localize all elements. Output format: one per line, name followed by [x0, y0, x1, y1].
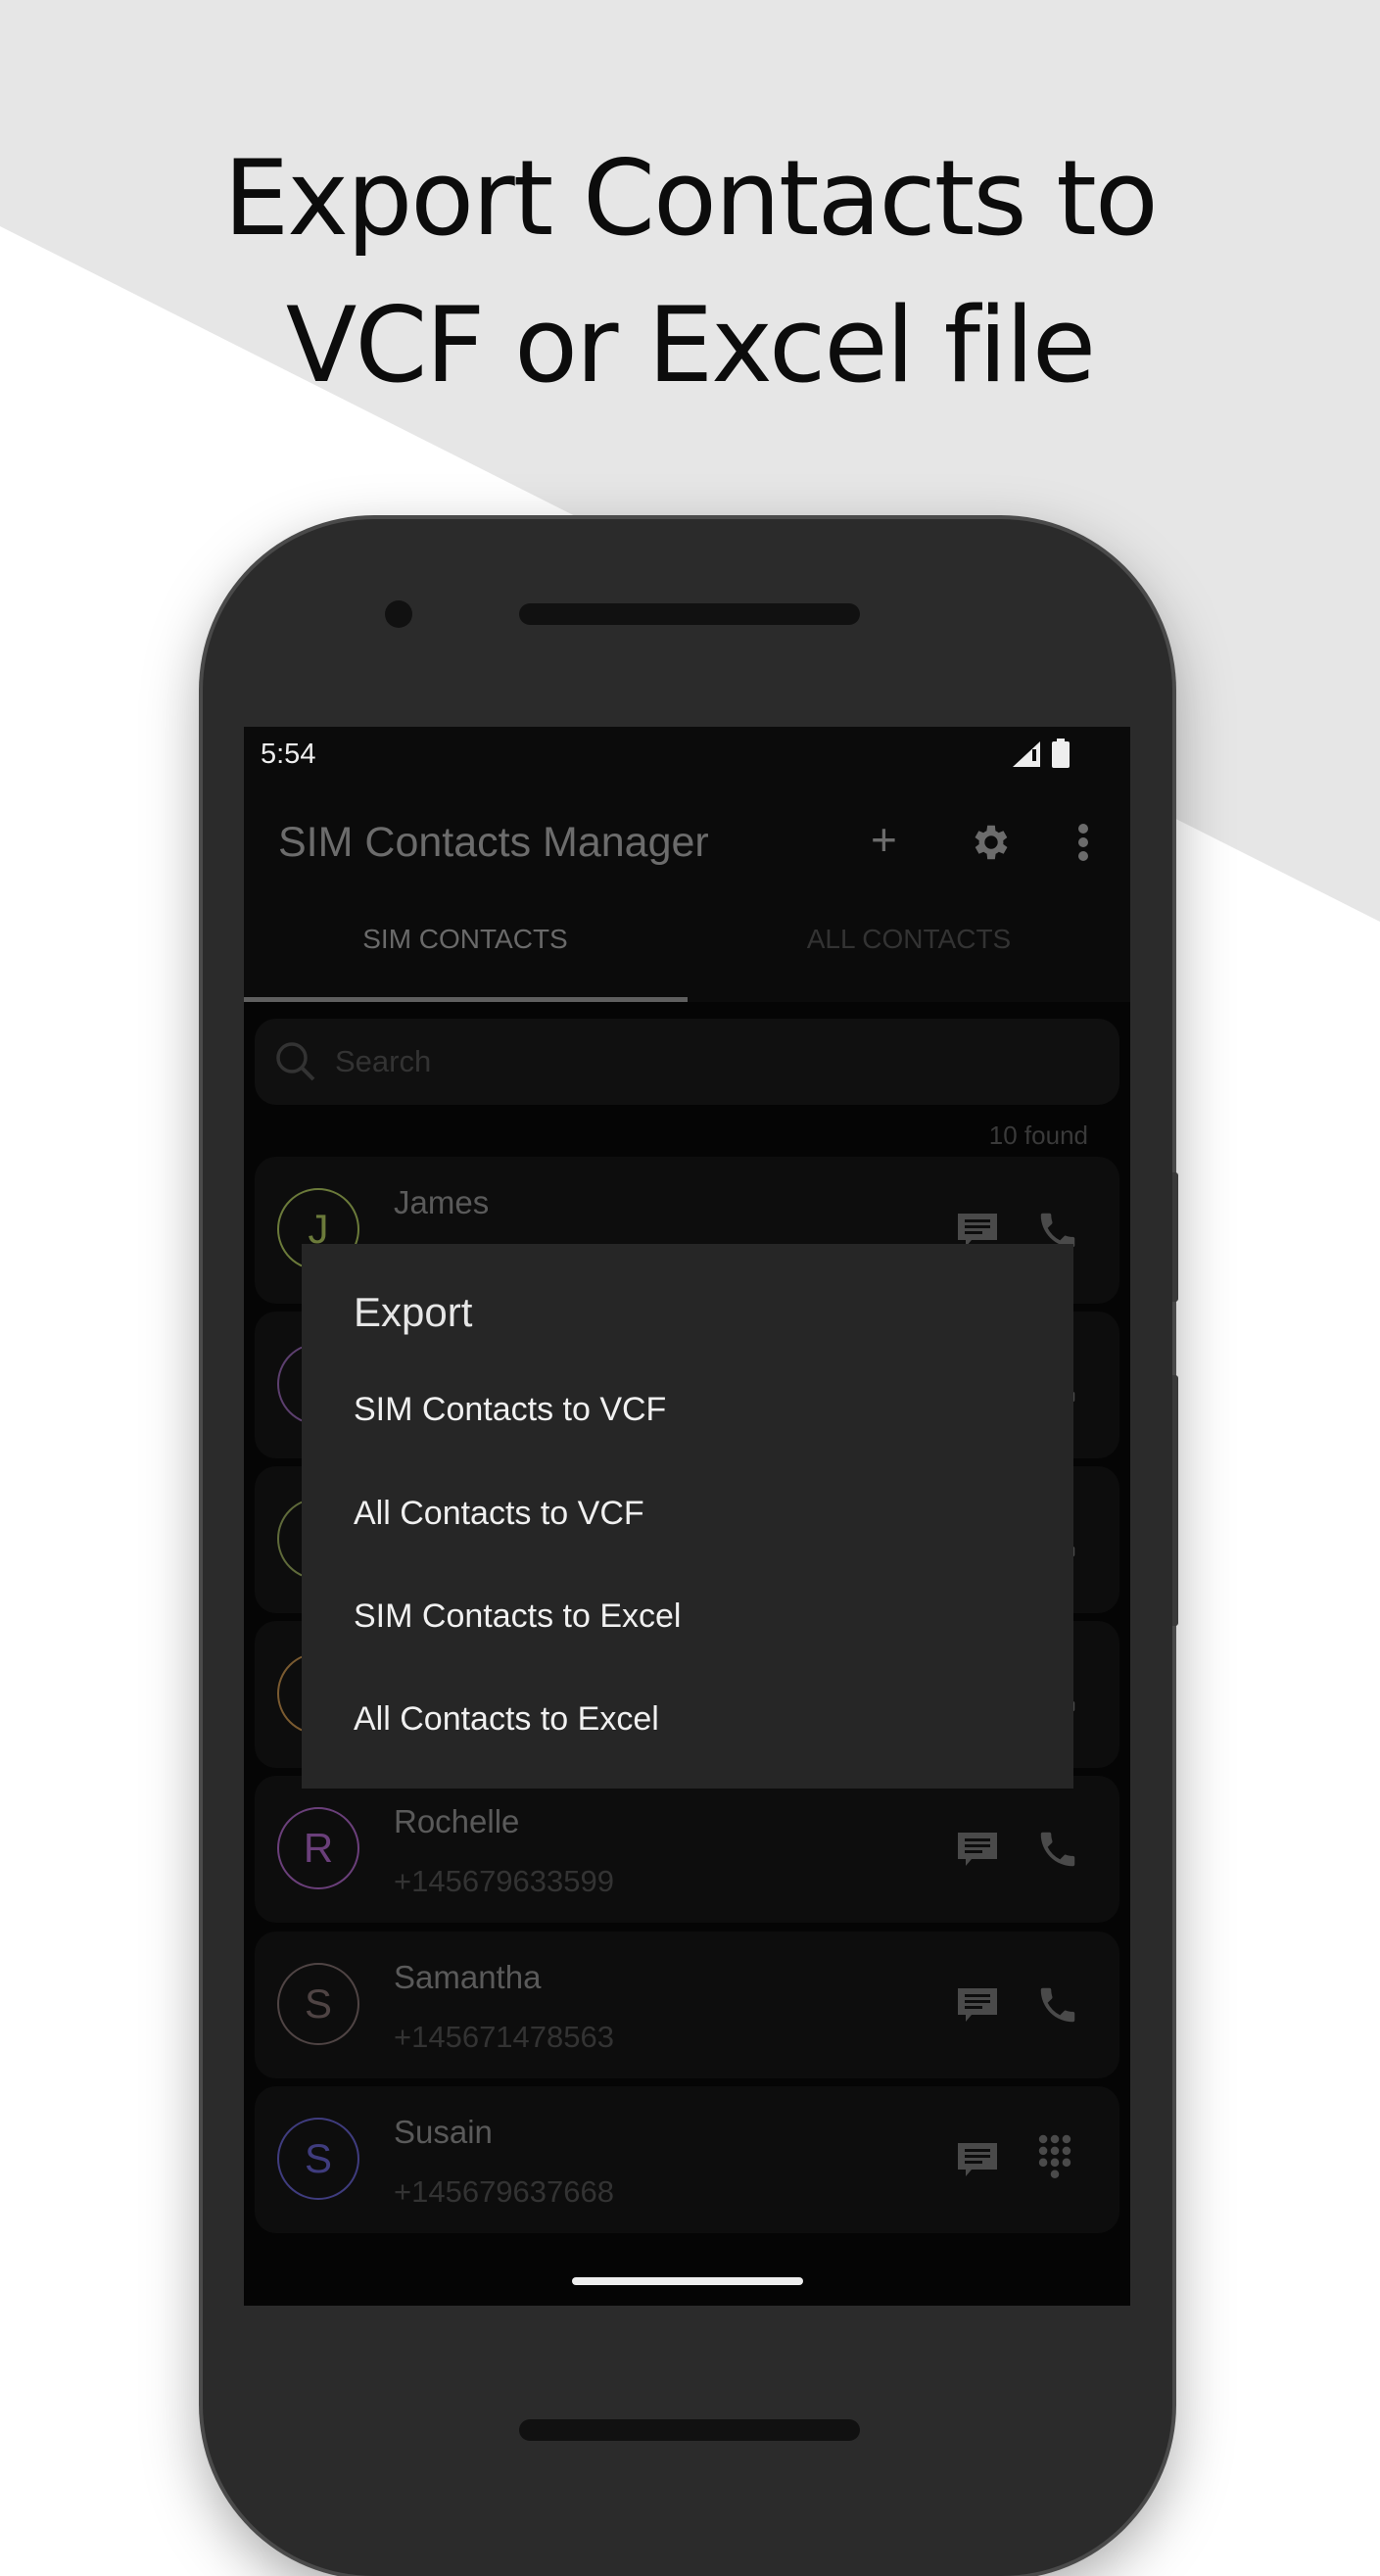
- contact-name: Samantha: [394, 1959, 542, 1995]
- camera: [385, 600, 412, 628]
- search-icon: [276, 1042, 315, 1081]
- contact-avatar: S: [277, 2118, 359, 2200]
- plus-icon[interactable]: +: [871, 817, 897, 862]
- tab-all-contacts[interactable]: ALL CONTACTS: [688, 924, 1130, 955]
- message-icon[interactable]: [958, 2143, 997, 2176]
- contact-row[interactable]: S Susain +145679637668: [255, 2086, 1119, 2233]
- status-bar: 5:54: [244, 727, 1130, 782]
- dialpad-icon[interactable]: [1032, 2133, 1077, 2178]
- message-icon[interactable]: [958, 1988, 997, 2022]
- contact-name: Rochelle: [394, 1803, 520, 1839]
- contact-phone: +145679637668: [394, 2174, 614, 2209]
- contact-avatar: S: [277, 1963, 359, 2045]
- search-input[interactable]: Search: [255, 1019, 1119, 1105]
- contact-phone: +145679633599: [394, 1864, 614, 1898]
- export-all-vcf[interactable]: All Contacts to VCF: [354, 1495, 644, 1533]
- status-time: 5:54: [261, 739, 316, 770]
- tab-indicator: [244, 997, 688, 1002]
- battery-icon: [1052, 739, 1070, 768]
- app-title: SIM Contacts Manager: [278, 819, 709, 866]
- contact-avatar: R: [277, 1807, 359, 1889]
- message-icon[interactable]: [958, 1833, 997, 1866]
- headline-line1: Export Contacts to: [223, 138, 1158, 259]
- search-placeholder: Search: [335, 1044, 432, 1078]
- phone-icon[interactable]: [1035, 1982, 1080, 2027]
- home-indicator[interactable]: [572, 2277, 803, 2285]
- dialog-title: Export: [354, 1289, 473, 1335]
- contact-name: James: [394, 1184, 490, 1220]
- app-bar: SIM Contacts Manager + SIM CONTACTS ALL …: [244, 782, 1130, 1002]
- volume-button: [1172, 1172, 1178, 1302]
- contact-name: Susain: [394, 2114, 493, 2150]
- phone-screen: 5:54 SIM Contacts Manager + SIM CONTACTS…: [244, 727, 1130, 2306]
- contact-row[interactable]: R Rochelle +145679633599: [255, 1776, 1119, 1923]
- top-speaker: [519, 603, 860, 625]
- export-sim-excel[interactable]: SIM Contacts to Excel: [354, 1598, 681, 1636]
- signal-icon: [1013, 741, 1040, 767]
- found-count: 10 found: [988, 1121, 1088, 1150]
- gear-icon[interactable]: [969, 820, 1014, 865]
- power-button: [1172, 1375, 1178, 1626]
- phone-icon[interactable]: [1035, 1827, 1080, 1872]
- message-icon[interactable]: [958, 1214, 997, 1247]
- contact-row[interactable]: S Samantha +145671478563: [255, 1932, 1119, 2078]
- more-vert-icon[interactable]: [1077, 823, 1089, 862]
- tab-sim-contacts[interactable]: SIM CONTACTS: [244, 924, 687, 955]
- contact-phone: +145671478563: [394, 2020, 614, 2054]
- export-dialog: Export SIM Contacts to VCF All Contacts …: [302, 1244, 1073, 1789]
- export-all-excel[interactable]: All Contacts to Excel: [354, 1700, 659, 1739]
- export-sim-vcf[interactable]: SIM Contacts to VCF: [354, 1391, 666, 1429]
- headline-line2: VCF or Excel file: [285, 285, 1096, 405]
- bottom-speaker: [519, 2419, 860, 2441]
